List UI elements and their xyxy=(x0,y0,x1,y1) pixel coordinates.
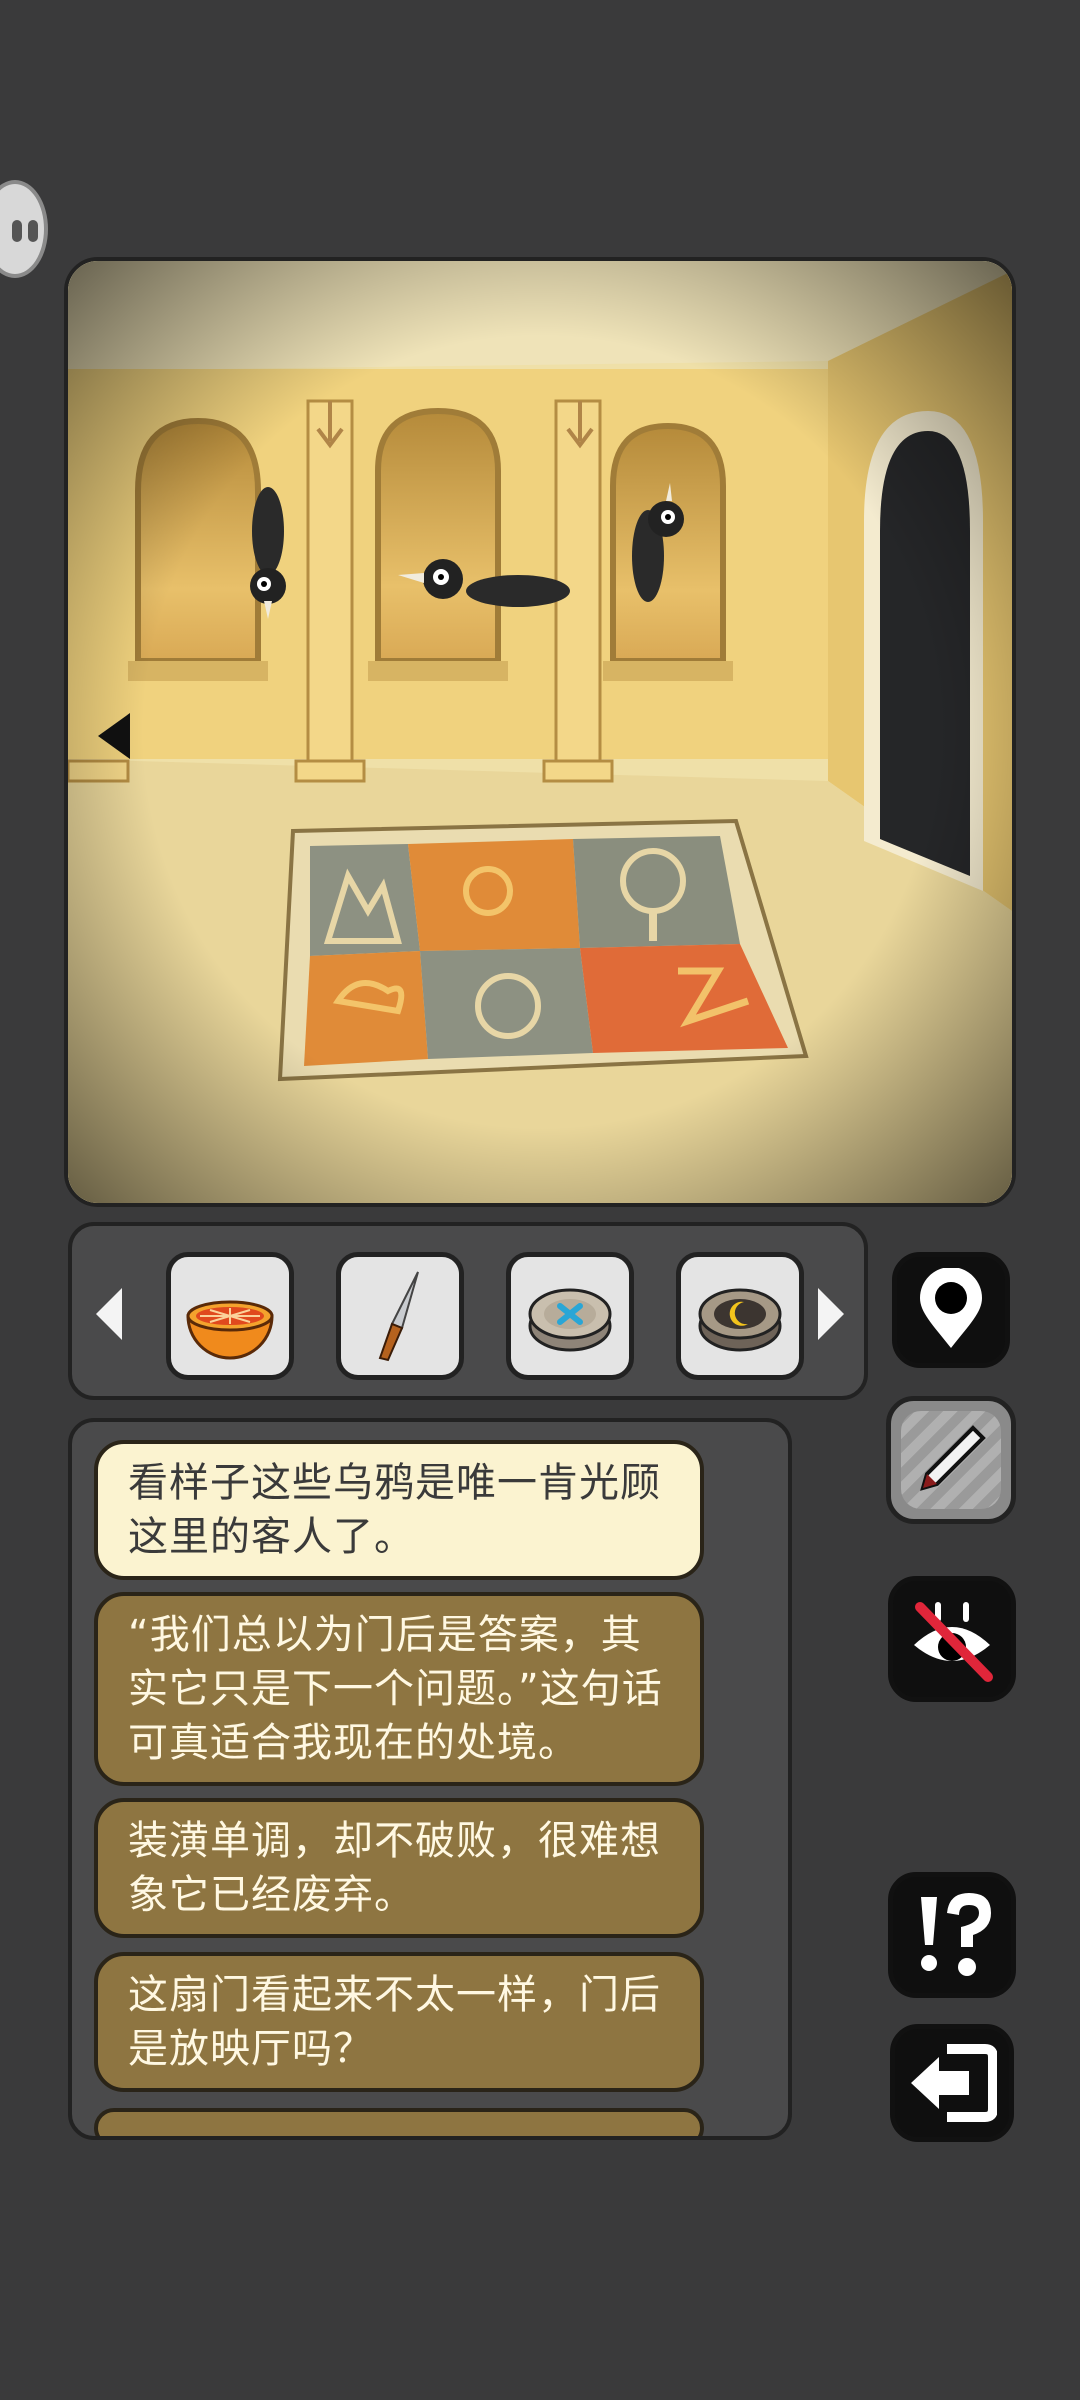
inventory-prev-arrow-icon[interactable] xyxy=(96,1288,122,1340)
knife-icon xyxy=(378,1271,419,1362)
hint-button[interactable] xyxy=(888,1872,1016,1998)
hidden-eye-icon xyxy=(914,1602,993,1682)
inventory-bar xyxy=(68,1222,868,1400)
dialog-line-partial[interactable] xyxy=(94,2108,704,2136)
game-scene[interactable] xyxy=(64,257,1016,1207)
map-pin-icon xyxy=(920,1268,982,1348)
dialog-line-1[interactable]: 看样子这些乌鸦是唯一肯光顾这里的客人了。 xyxy=(94,1440,704,1580)
exit-button[interactable] xyxy=(890,2024,1014,2142)
pencil-icon xyxy=(920,1425,986,1491)
map-button[interactable] xyxy=(892,1252,1010,1368)
inventory-slot-knife[interactable] xyxy=(336,1252,464,1380)
inventory-next-arrow-icon[interactable] xyxy=(818,1288,844,1340)
toggle-hints-button[interactable] xyxy=(888,1576,1016,1702)
bubble-eye-right xyxy=(28,220,38,242)
hint-icon xyxy=(921,1893,991,1976)
exit-icon xyxy=(911,2044,997,2122)
dialog-line-4[interactable]: 这扇门看起来不太一样，门后是放映厅吗？ xyxy=(94,1952,704,2092)
orange-icon xyxy=(186,1300,274,1360)
moon-disc-icon xyxy=(698,1288,782,1352)
blue-cross-disc-icon xyxy=(528,1288,612,1352)
inventory-slot-moon-disc[interactable] xyxy=(676,1252,804,1380)
notes-button[interactable] xyxy=(886,1396,1016,1524)
dialog-line-3[interactable]: 装潢单调，却不破败，很难想象它已经废弃。 xyxy=(94,1798,704,1938)
scene-illustration xyxy=(68,261,1012,1203)
inventory-slot-orange[interactable] xyxy=(166,1252,294,1380)
dialog-line-2[interactable]: “我们总以为门后是答案，其实它只是下一个问题。”这句话可真适合我现在的处境。 xyxy=(94,1592,704,1786)
floating-assistant-bubble[interactable] xyxy=(0,180,48,278)
dialog-panel: 看样子这些乌鸦是唯一肯光顾这里的客人了。 “我们总以为门后是答案，其实它只是下一… xyxy=(68,1418,792,2140)
bubble-eye-left xyxy=(12,220,22,242)
inventory-slot-blue-disc[interactable] xyxy=(506,1252,634,1380)
